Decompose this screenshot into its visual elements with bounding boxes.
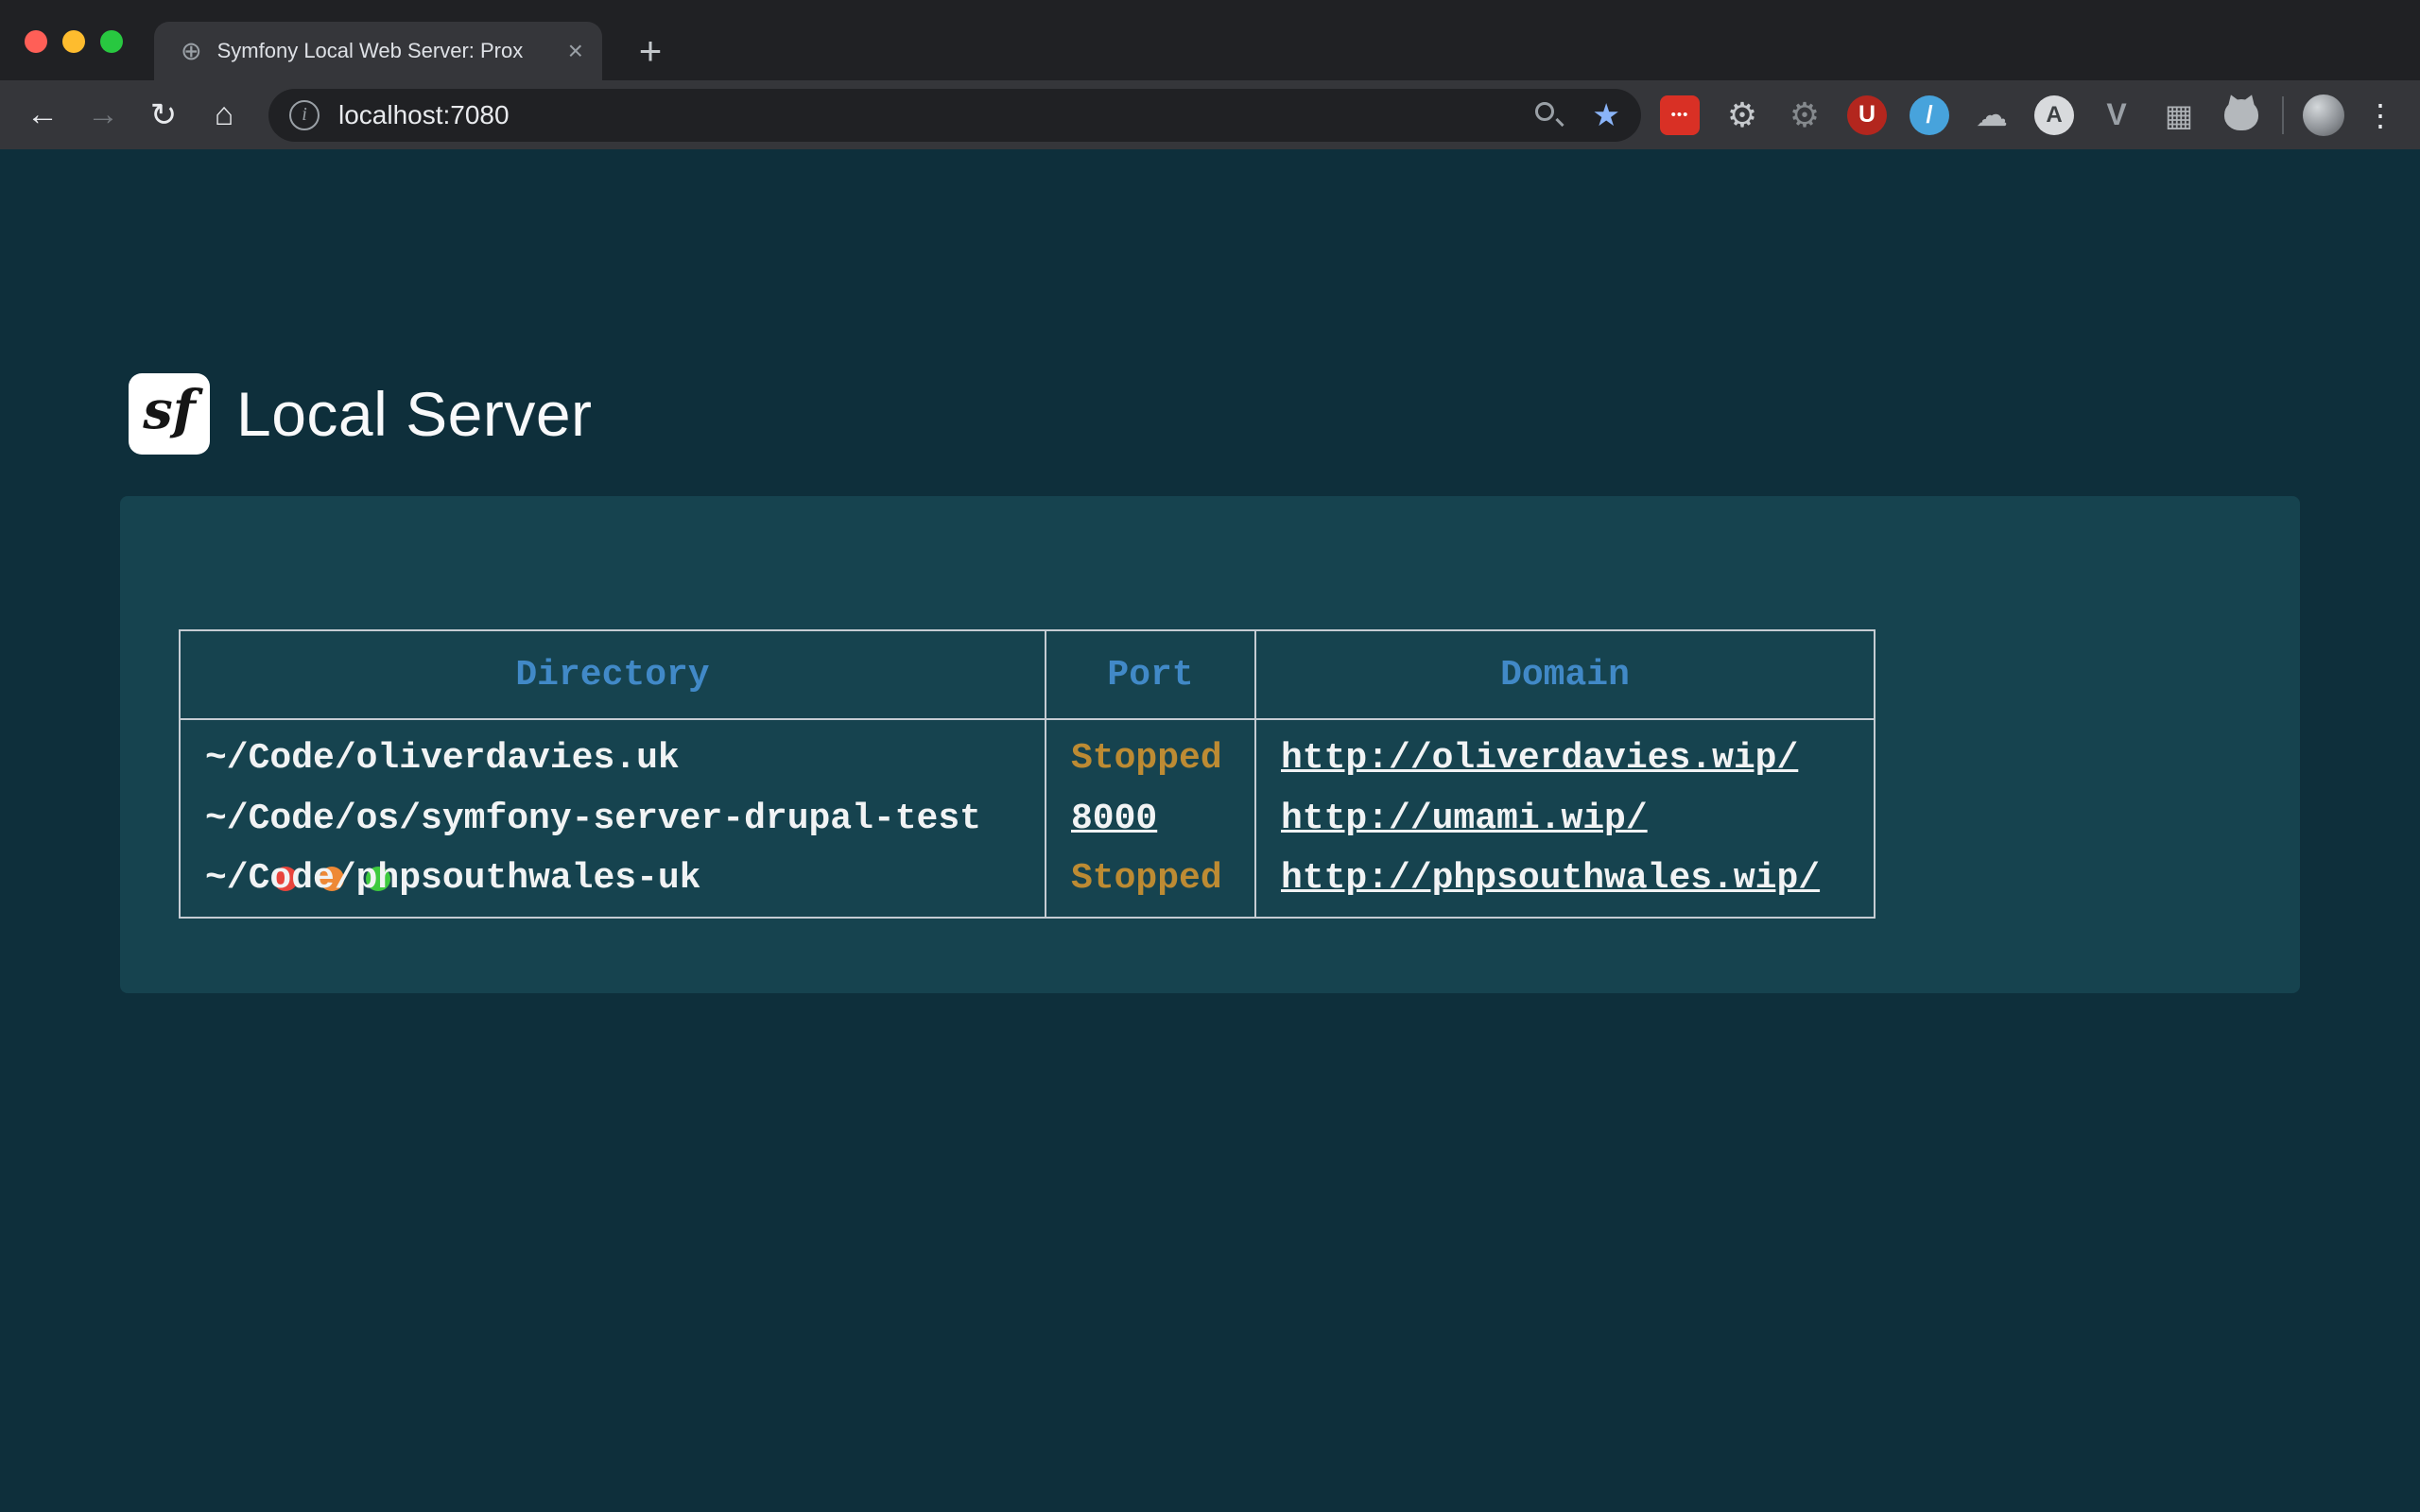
symfony-logo-text: sf — [143, 384, 196, 444]
extension-cloud-icon[interactable]: ☁ — [1972, 95, 2012, 135]
extensions-bar: ••• ⚙ ⚙ U / ☁ A V ▦ — [1660, 95, 2261, 135]
browser-tab[interactable]: ⊕ Symfony Local Web Server: Prox × — [154, 22, 602, 80]
servers-table: Directory Port Domain ~/Code/oliverdavie… — [179, 629, 1876, 919]
address-bar[interactable]: i localhost:7080 ★ — [268, 89, 1641, 142]
browser-chrome: ⊕ Symfony Local Web Server: Prox × + ← →… — [0, 0, 2420, 149]
brand-header: sf Local Server — [129, 373, 593, 455]
table-row: ~/Code/os/symfony-server-drupal-test 800… — [180, 785, 1875, 851]
github-octocat-icon — [2224, 99, 2258, 130]
tab-strip: ⊕ Symfony Local Web Server: Prox × + — [0, 0, 2420, 80]
zoom-icon[interactable] — [1533, 98, 1567, 132]
back-button[interactable]: ← — [19, 92, 66, 139]
domain-link[interactable]: http://phpsouthwales.wip/ — [1281, 858, 1820, 899]
table-row: ~/Code/phpsouthwales-uk Stopped http://p… — [180, 851, 1875, 918]
reload-button[interactable]: ↻ — [140, 92, 187, 139]
browser-menu-icon[interactable]: ⋮ — [2365, 97, 2395, 133]
extension-gear-icon[interactable]: ⚙ — [1722, 95, 1762, 135]
tab-title: Symfony Local Web Server: Prox — [217, 39, 559, 63]
extension-cog-icon[interactable]: ⚙ — [1785, 95, 1824, 135]
table-header-row: Directory Port Domain — [180, 630, 1875, 719]
column-header-directory: Directory — [180, 630, 1046, 719]
forward-button[interactable]: → — [79, 92, 127, 139]
page-content: sf Local Server Directory Port Domain — [0, 149, 2420, 1512]
server-panel: Directory Port Domain ~/Code/oliverdavie… — [120, 496, 2300, 993]
column-header-domain: Domain — [1255, 630, 1875, 719]
extension-a-icon[interactable]: A — [2034, 95, 2074, 135]
directory-cell: ~/Code/os/symfony-server-drupal-test — [180, 785, 1046, 851]
toolbar-divider — [2282, 96, 2284, 134]
url-text: localhost:7080 — [338, 100, 510, 130]
directory-cell: ~/Code/phpsouthwales-uk — [180, 851, 1046, 918]
close-window-button[interactable] — [25, 30, 47, 53]
directory-cell: ~/Code/oliverdavies.uk — [180, 719, 1046, 785]
page-title: Local Server — [236, 378, 593, 450]
new-tab-button[interactable]: + — [624, 25, 677, 77]
port-status: Stopped — [1071, 858, 1222, 899]
window-controls — [25, 30, 123, 53]
extension-ublock-icon[interactable]: U — [1847, 95, 1887, 135]
port-status: Stopped — [1071, 738, 1222, 779]
home-button[interactable]: ⌂ — [200, 92, 248, 139]
bookmark-star-icon[interactable]: ★ — [1592, 99, 1620, 130]
symfony-logo: sf — [129, 373, 210, 455]
browser-toolbar: ← → ↻ ⌂ i localhost:7080 ★ ••• ⚙ ⚙ U / ☁… — [0, 80, 2420, 149]
tab-close-icon[interactable]: × — [568, 38, 583, 64]
extension-github-icon[interactable] — [2221, 95, 2261, 135]
domain-link[interactable]: http://oliverdavies.wip/ — [1281, 738, 1798, 779]
table-row: ~/Code/oliverdavies.uk Stopped http://ol… — [180, 719, 1875, 785]
fullscreen-window-button[interactable] — [100, 30, 123, 53]
site-info-icon[interactable]: i — [289, 100, 320, 130]
extension-grid-icon[interactable]: ▦ — [2159, 95, 2199, 135]
minimize-window-button[interactable] — [62, 30, 85, 53]
profile-avatar[interactable] — [2303, 94, 2344, 136]
extension-blue-circle-icon[interactable]: / — [1910, 95, 1949, 135]
column-header-port: Port — [1046, 630, 1255, 719]
port-link[interactable]: 8000 — [1071, 799, 1157, 839]
extension-vimium-icon[interactable]: V — [2097, 95, 2136, 135]
extension-dots-icon[interactable]: ••• — [1660, 95, 1700, 135]
domain-link[interactable]: http://umami.wip/ — [1281, 799, 1648, 839]
tab-favicon-globe-icon: ⊕ — [181, 39, 202, 64]
